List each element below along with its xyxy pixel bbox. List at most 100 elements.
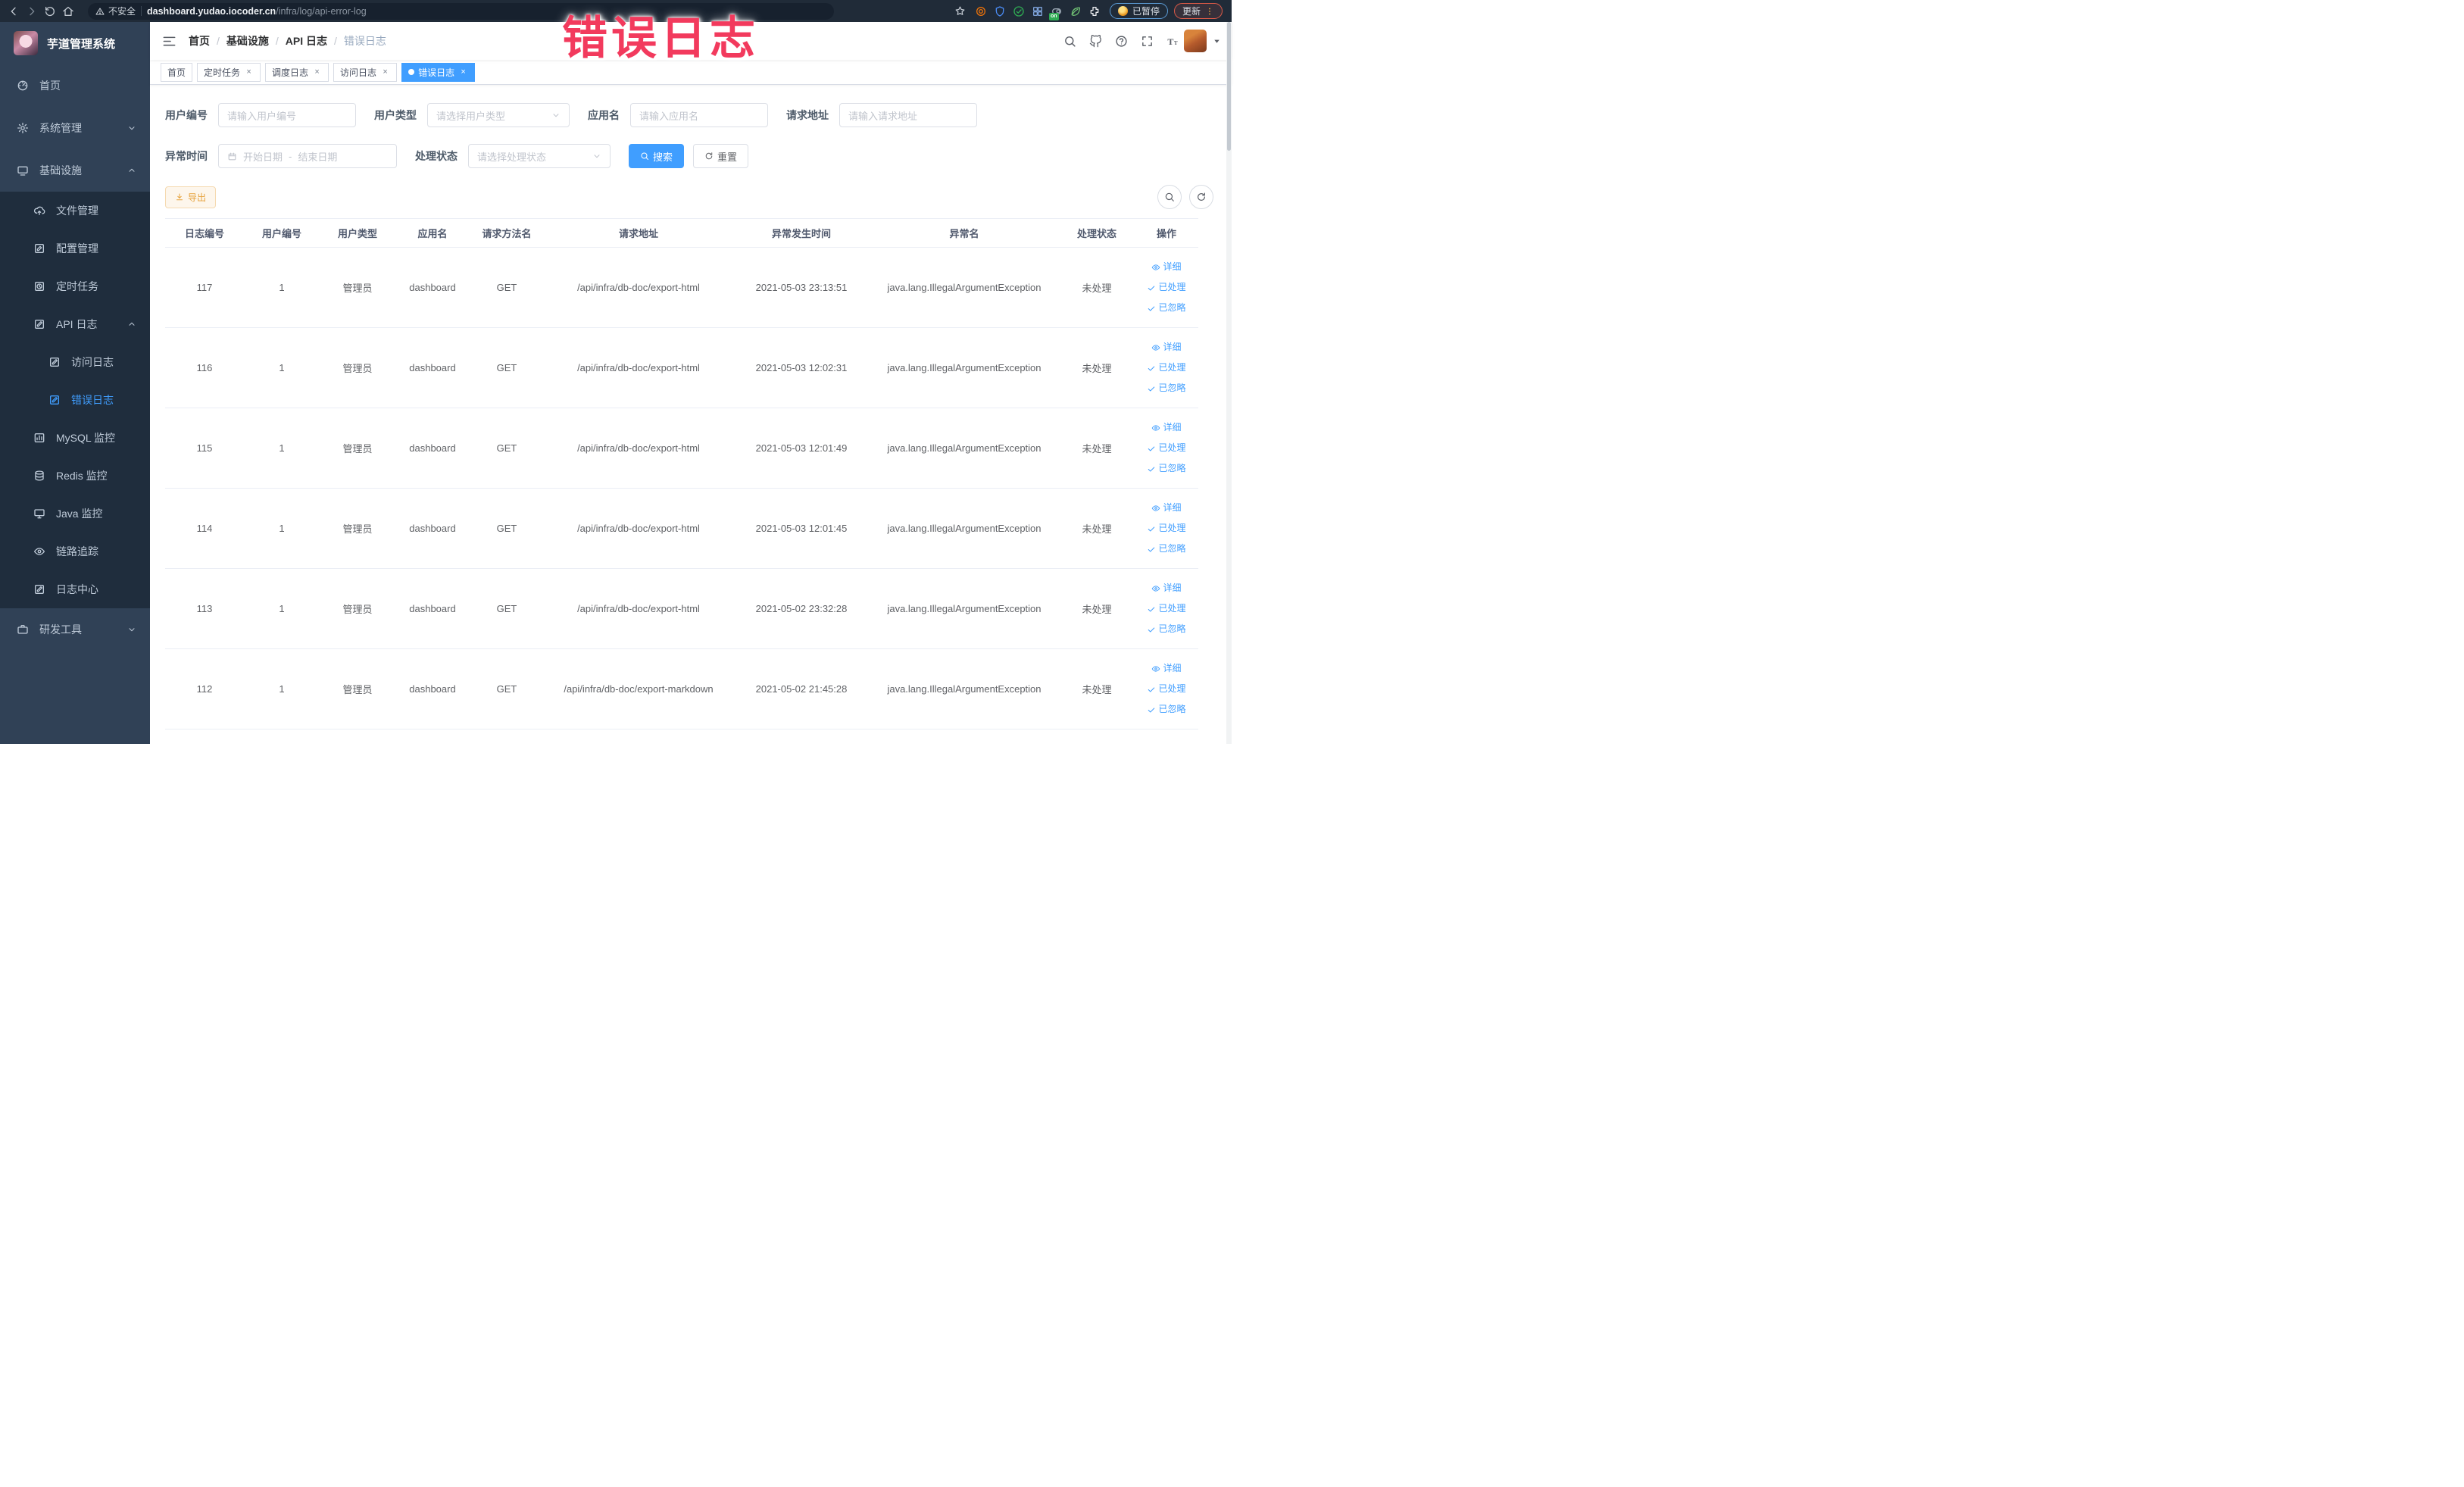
sidebar-item-api-log[interactable]: API 日志 [0, 305, 150, 343]
svg-text:T: T [1167, 36, 1173, 46]
chevron-down-icon [592, 152, 601, 161]
sidebar-item-dev-tools[interactable]: 研发工具 [0, 608, 150, 651]
address-bar[interactable]: 不安全 dashboard.yudao.iocoder.cn/infra/log… [88, 2, 834, 20]
sidebar-item-file-management[interactable]: 文件管理 [0, 192, 150, 230]
bookmark-star-icon[interactable] [954, 5, 966, 17]
sidebar-item-redis-monitor[interactable]: Redis 监控 [0, 457, 150, 495]
tab-schedule-log[interactable]: 调度日志 × [265, 62, 329, 82]
row-action-detail[interactable]: 详细 [1138, 498, 1195, 518]
row-action-ignored[interactable]: 已忽略 [1138, 378, 1195, 398]
process-status-select[interactable]: 请选择处理状态 [468, 144, 611, 168]
security-chip[interactable]: 不安全 [95, 5, 136, 17]
breadcrumb-infrastructure[interactable]: 基础设施 [226, 33, 269, 48]
tab-job[interactable]: 定时任务 × [197, 62, 261, 82]
app-logo[interactable]: 芋道管理系统 [0, 22, 150, 64]
row-action-processed[interactable]: 已处理 [1138, 598, 1195, 619]
close-icon[interactable]: × [458, 67, 468, 77]
row-action-processed[interactable]: 已处理 [1138, 277, 1195, 298]
column-header-id[interactable]: 日志编号 [165, 218, 244, 248]
row-action-processed[interactable]: 已处理 [1138, 679, 1195, 699]
fontsize-icon[interactable]: TT [1166, 35, 1179, 48]
row-action-detail[interactable]: 详细 [1138, 578, 1195, 598]
row-action-ignored[interactable]: 已忽略 [1138, 298, 1195, 318]
cell-id: 114 [165, 488, 244, 569]
target-icon[interactable] [975, 5, 987, 17]
breadcrumb-api-log[interactable]: API 日志 [286, 33, 327, 48]
sidebar-item-access-log[interactable]: 访问日志 [0, 343, 150, 381]
paused-badge[interactable]: 已暂停 [1109, 3, 1168, 19]
column-header-status[interactable]: 处理状态 [1059, 218, 1135, 248]
user-id-input[interactable]: 请输入用户编号 [218, 103, 356, 127]
home-icon[interactable] [62, 5, 74, 17]
forward-icon[interactable] [26, 5, 38, 17]
row-action-detail[interactable]: 详细 [1138, 658, 1195, 679]
caret-down-icon[interactable] [1213, 37, 1221, 45]
back-icon[interactable] [8, 5, 20, 17]
row-action-detail[interactable]: 详细 [1138, 417, 1195, 438]
sidebar-item-tracing[interactable]: 链路追踪 [0, 533, 150, 570]
column-header-user_id[interactable]: 用户编号 [244, 218, 320, 248]
row-action-detail[interactable]: 详细 [1138, 337, 1195, 358]
window-scrollbar[interactable] [1226, 22, 1232, 744]
column-header-time[interactable]: 异常发生时间 [733, 218, 870, 248]
sidebar-item-infrastructure[interactable]: 基础设施 [0, 149, 150, 192]
row-action-ignored[interactable]: 已忽略 [1138, 619, 1195, 639]
close-icon[interactable]: × [244, 67, 254, 77]
column-header-url[interactable]: 请求地址 [544, 218, 733, 248]
close-icon[interactable]: × [312, 67, 322, 77]
row-action-detail[interactable]: 详细 [1138, 257, 1195, 277]
column-header-method[interactable]: 请求方法名 [470, 218, 544, 248]
row-action-processed[interactable]: 已处理 [1138, 438, 1195, 458]
tab-home[interactable]: 首页 [161, 62, 193, 82]
fullscreen-icon[interactable] [1141, 35, 1154, 48]
sidebar-item-home[interactable]: 首页 [0, 64, 150, 107]
user-type-select[interactable]: 请选择用户类型 [427, 103, 570, 127]
request-url-input[interactable]: 请输入请求地址 [839, 103, 977, 127]
row-action-ignored[interactable]: 已忽略 [1138, 539, 1195, 559]
row-action-ignored[interactable]: 已忽略 [1138, 458, 1195, 479]
hamburger-icon[interactable] [162, 34, 176, 48]
sidebar-item-scheduled-jobs[interactable]: 定时任务 [0, 267, 150, 305]
sidebar-item-error-log[interactable]: 错误日志 [0, 381, 150, 419]
sidebar-item-system-management[interactable]: 系统管理 [0, 107, 150, 149]
search-toggle-button[interactable] [1157, 185, 1182, 209]
sidebar-item-java-monitor[interactable]: Java 监控 [0, 495, 150, 533]
app-name-input[interactable]: 请输入应用名 [630, 103, 768, 127]
row-action-ignored[interactable]: 已忽略 [1138, 699, 1195, 720]
column-header-user_type[interactable]: 用户类型 [320, 218, 395, 248]
update-button[interactable]: 更新 [1173, 3, 1223, 19]
browser-toolbar: 不安全 dashboard.yudao.iocoder.cn/infra/log… [0, 0, 1232, 22]
sidebar-item-mysql-monitor[interactable]: MySQL 监控 [0, 419, 150, 457]
close-icon[interactable]: × [380, 67, 390, 77]
github-icon[interactable] [1089, 34, 1102, 48]
export-button[interactable]: 导出 [165, 186, 217, 208]
question-icon[interactable] [1115, 35, 1128, 48]
switch-icon[interactable]: on [1048, 5, 1063, 20]
cell-url: /api/infra/db-doc/export-html [544, 488, 733, 569]
shield-icon[interactable] [994, 5, 1006, 17]
sidebar-item-log-center[interactable]: 日志中心 [0, 570, 150, 608]
refresh-button[interactable] [1189, 185, 1213, 209]
reload-icon[interactable] [44, 5, 56, 17]
column-header-app[interactable]: 应用名 [395, 218, 470, 248]
tab-error-log[interactable]: 错误日志 × [401, 62, 476, 82]
row-action-processed[interactable]: 已处理 [1138, 518, 1195, 539]
grid-icon[interactable] [1032, 5, 1044, 17]
search-icon[interactable] [1063, 35, 1076, 48]
puzzle-icon[interactable] [1088, 5, 1101, 17]
breadcrumb-home[interactable]: 首页 [189, 33, 210, 48]
column-header-actions[interactable]: 操作 [1135, 218, 1198, 248]
date-range-input[interactable]: 开始日期 - 结束日期 [218, 144, 397, 168]
row-action-processed[interactable]: 已处理 [1138, 358, 1195, 378]
main-area: 首页 / 基础设施 / API 日志 / 错误日志 TT 首页 定时任务 × 调度日志 × 访问日志 ×… [150, 22, 1232, 744]
sidebar-item-config-management[interactable]: 配置管理 [0, 230, 150, 267]
user-avatar[interactable] [1184, 30, 1207, 52]
leaf-icon[interactable] [1070, 5, 1082, 17]
column-header-exception[interactable]: 异常名 [870, 218, 1059, 248]
tab-access-log[interactable]: 访问日志 × [333, 62, 398, 82]
scrollbar-thumb[interactable] [1227, 22, 1231, 151]
cell-user_id: 1 [244, 488, 320, 569]
search-button[interactable]: 搜索 [629, 144, 685, 168]
circle-check-icon[interactable] [1013, 5, 1025, 17]
reset-button[interactable]: 重置 [693, 144, 749, 168]
